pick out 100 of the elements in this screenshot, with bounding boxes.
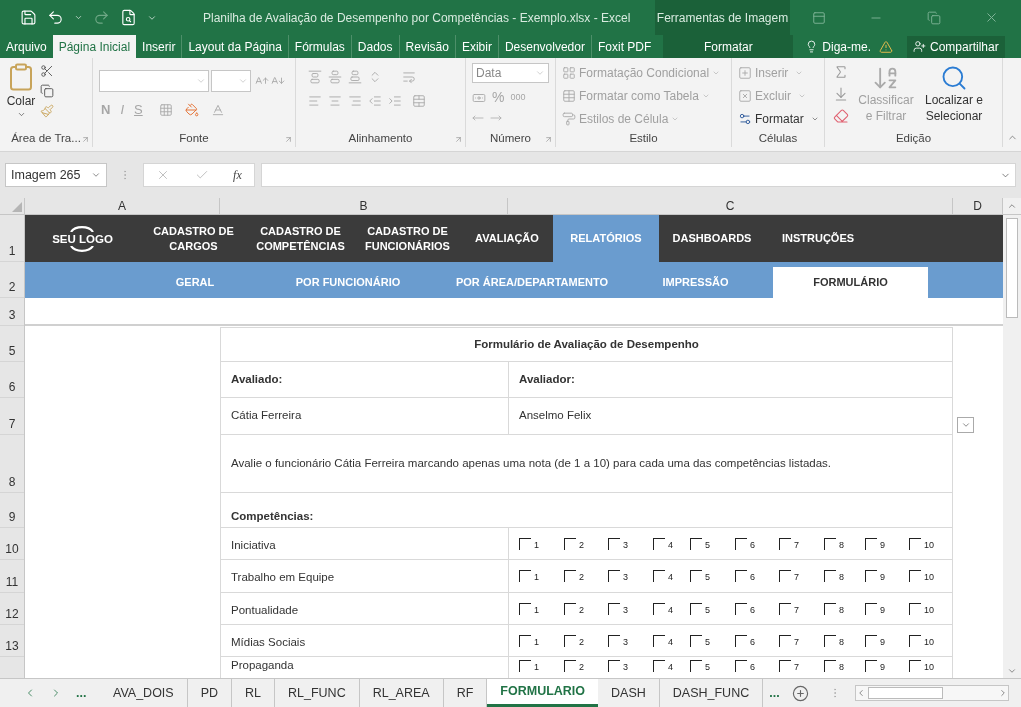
row-header[interactable]: 3 [8, 306, 16, 324]
sheet-tab[interactable]: RL_FUNC [275, 679, 360, 707]
caret-icon[interactable] [16, 110, 26, 119]
column-header[interactable]: D [973, 197, 982, 215]
sheet-tab[interactable]: DASH_FUNC [659, 679, 764, 707]
vertical-scroll-thumb[interactable] [1006, 218, 1018, 318]
logo-arc-icon [69, 225, 96, 232]
checkbox-label: 3 [623, 604, 628, 615]
sheet-tab[interactable]: FORMULARIO [487, 679, 599, 707]
ribbon-display-icon[interactable] [811, 10, 826, 25]
add-person-icon[interactable] [913, 40, 926, 53]
sub-nav-tab[interactable]: FORMULÁRIO [773, 267, 928, 298]
top-align-icon[interactable] [308, 70, 322, 84]
checkbox-label: 10 [924, 662, 934, 672]
decrease-indent-icon[interactable] [368, 94, 382, 108]
restore-icon[interactable] [926, 10, 941, 25]
redo-icon[interactable] [93, 9, 110, 26]
copy-icon[interactable] [40, 84, 54, 98]
caret-icon[interactable] [196, 76, 206, 86]
search-icon[interactable] [940, 64, 968, 92]
ribbon-tab[interactable]: Arquivo [0, 35, 53, 58]
number-format-field[interactable]: Data [472, 63, 549, 83]
logo-text[interactable]: SEU LOGO [52, 231, 113, 246]
scroll-right-icon[interactable] [998, 688, 1008, 698]
sheet-tab[interactable]: RL_AREA [359, 679, 444, 707]
tell-me-button[interactable]: Diga-me. [805, 37, 871, 56]
row-header[interactable]: 7 [8, 415, 16, 433]
dialog-launcher-icon[interactable] [284, 135, 293, 144]
warning-icon[interactable] [879, 39, 893, 54]
font-color-icon[interactable] [210, 102, 225, 117]
caret-icon[interactable] [91, 170, 101, 180]
align-center-icon[interactable] [328, 94, 342, 108]
align-right-icon[interactable] [348, 94, 362, 108]
format-painter-icon[interactable] [40, 104, 54, 118]
wrap-text-icon[interactable] [402, 70, 416, 84]
caret-icon[interactable] [238, 76, 248, 86]
row-header[interactable]: 1 [8, 242, 16, 260]
checkbox-label: 2 [579, 604, 584, 615]
caret-icon[interactable] [810, 115, 819, 123]
row-header[interactable]: 9 [8, 508, 16, 526]
horizontal-scroll-thumb[interactable] [867, 687, 943, 699]
sheet-tab[interactable]: PD [187, 679, 233, 707]
row-header[interactable]: 13 [5, 637, 19, 655]
column-header[interactable]: A [118, 197, 126, 215]
competency-name: Propaganda [231, 658, 294, 673]
middle-align-icon[interactable] [328, 70, 342, 84]
ribbon-command[interactable]: Formatar [738, 110, 824, 128]
ribbon-tab[interactable]: Formatar [663, 35, 794, 58]
formula-input[interactable] [261, 163, 1016, 187]
ribbon-command[interactable]: Localizar e Selecionar [923, 64, 985, 124]
caret-icon[interactable] [535, 68, 545, 78]
enter-icon[interactable] [194, 168, 209, 182]
autosum-icon[interactable] [833, 64, 849, 80]
checkbox-label: 6 [750, 662, 755, 672]
save-icon[interactable] [20, 9, 37, 26]
format-cells-icon[interactable] [738, 112, 752, 126]
sheet-tab[interactable]: AVA_DOIS [100, 679, 188, 707]
merge-cells-icon[interactable] [412, 94, 426, 108]
fill-color-icon[interactable] [184, 102, 199, 117]
add-sheet-icon[interactable] [791, 684, 809, 702]
print-preview-icon[interactable] [120, 9, 137, 26]
sheet-tab[interactable]: DASH [598, 679, 660, 707]
align-left-icon[interactable] [308, 94, 322, 108]
paste-button[interactable]: Colar [6, 62, 36, 119]
cut-icon[interactable] [40, 64, 54, 78]
ribbon-tab[interactable]: Página Inicial [52, 35, 137, 58]
row-header[interactable]: 10 [5, 540, 19, 558]
bottom-align-icon[interactable] [348, 70, 362, 84]
row-header[interactable]: 2 [8, 278, 16, 296]
checkbox-label: 2 [579, 572, 584, 582]
caret-icon[interactable] [74, 13, 83, 22]
column-header[interactable]: B [359, 197, 368, 215]
name-box[interactable]: Imagem 265 [5, 163, 107, 187]
insert-function-button[interactable]: fx [233, 166, 242, 184]
row-header[interactable]: 6 [8, 378, 16, 396]
row-header[interactable]: 5 [8, 342, 16, 360]
fill-icon[interactable] [833, 86, 849, 102]
dialog-launcher-icon[interactable] [81, 135, 90, 144]
row-header[interactable]: 8 [8, 473, 16, 491]
select-all-icon[interactable] [12, 202, 22, 212]
font-size-field[interactable] [211, 70, 251, 92]
scroll-down-icon[interactable] [1007, 666, 1017, 676]
more-sheets-button[interactable]: ... [769, 683, 780, 703]
ribbon-tab[interactable]: Inserir [136, 35, 182, 58]
dialog-launcher-icon[interactable] [544, 135, 553, 144]
evaluated-name: Cátia Ferreira [231, 408, 302, 424]
increase-indent-icon[interactable] [388, 94, 402, 108]
dialog-launcher-icon[interactable] [454, 135, 463, 144]
scroll-up-icon[interactable] [1007, 201, 1017, 211]
column-header[interactable]: C [725, 197, 735, 215]
font-name-field[interactable] [99, 70, 209, 92]
sheet-tab[interactable]: RL [232, 679, 276, 707]
more-sheets-button[interactable]: ... [76, 683, 87, 703]
eraser-icon[interactable] [833, 108, 849, 124]
undo-icon[interactable] [47, 9, 64, 26]
borders-icon[interactable] [158, 102, 173, 117]
row-header[interactable]: 12 [5, 605, 19, 623]
row-header[interactable]: 11 [5, 573, 19, 591]
share-button[interactable]: Compartilhar [907, 35, 1005, 58]
checkbox-label: 7 [794, 572, 799, 582]
